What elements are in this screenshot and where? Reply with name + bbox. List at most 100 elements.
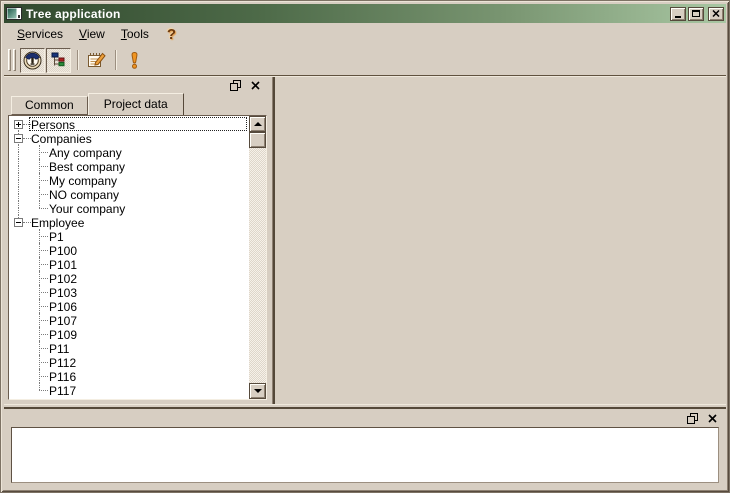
tree-item-label: Your company bbox=[49, 201, 125, 216]
toolbar-handle[interactable] bbox=[8, 49, 16, 71]
tree-connector bbox=[39, 320, 48, 321]
tree-item[interactable]: NO company bbox=[9, 187, 249, 201]
tree-content[interactable]: PersonsCompaniesAny companyBest companyM… bbox=[9, 116, 249, 399]
help-icon[interactable]: ? bbox=[163, 26, 180, 43]
tree-connector bbox=[18, 187, 19, 194]
tree-item[interactable]: Best company bbox=[9, 159, 249, 173]
scrollbar-thumb[interactable] bbox=[249, 132, 266, 148]
tree-item-label: P116 bbox=[49, 369, 76, 384]
tree-connector bbox=[18, 145, 19, 152]
tree-item[interactable]: P112 bbox=[9, 355, 249, 369]
bottom-dock-header[interactable] bbox=[4, 409, 726, 427]
tree-item-label: P106 bbox=[49, 299, 77, 314]
app-icon bbox=[6, 7, 22, 20]
dock-close-icon bbox=[708, 414, 717, 423]
maximize-button[interactable] bbox=[688, 7, 704, 21]
tree-item[interactable]: P102 bbox=[9, 271, 249, 285]
toolbar bbox=[4, 45, 726, 75]
notes-edit-button[interactable] bbox=[84, 48, 109, 73]
tree-connector bbox=[18, 180, 19, 187]
tree-connector bbox=[39, 278, 48, 279]
dock-close-button[interactable] bbox=[249, 79, 262, 92]
left-dock-panel: Common Project data PersonsCompaniesAny … bbox=[4, 77, 269, 404]
menu-services[interactable]: Services bbox=[9, 24, 71, 44]
close-button[interactable] bbox=[708, 7, 724, 21]
tree-item-label: Any company bbox=[49, 145, 122, 160]
tree-item[interactable]: P109 bbox=[9, 327, 249, 341]
tree-connector bbox=[39, 250, 48, 251]
menu-view[interactable]: View bbox=[71, 24, 113, 44]
tree-connector bbox=[39, 264, 48, 265]
tree-item[interactable]: P116 bbox=[9, 369, 249, 383]
minimize-icon bbox=[675, 16, 681, 18]
dock-float-button[interactable] bbox=[229, 79, 242, 92]
dock-float-icon bbox=[687, 413, 698, 424]
tree-connector bbox=[39, 152, 48, 153]
tab-project-data[interactable]: Project data bbox=[88, 93, 184, 115]
tree-item-label: Companies bbox=[31, 131, 92, 146]
tree-connector bbox=[18, 166, 19, 173]
close-icon bbox=[712, 10, 720, 17]
tree-connector bbox=[39, 383, 40, 390]
tree-item[interactable]: Companies bbox=[9, 131, 249, 145]
tree-item-label: P117 bbox=[49, 383, 76, 398]
tree-item-label: P112 bbox=[49, 355, 76, 370]
tab-common[interactable]: Common bbox=[11, 96, 88, 115]
tree-connector bbox=[39, 180, 48, 181]
tabbar: Common Project data bbox=[8, 94, 267, 115]
tree-item[interactable]: P106 bbox=[9, 299, 249, 313]
collapse-icon[interactable] bbox=[14, 134, 23, 143]
tree-item-label: P11 bbox=[49, 341, 69, 356]
output-textarea[interactable] bbox=[11, 427, 719, 483]
tree-item[interactable]: Persons bbox=[9, 117, 249, 131]
toolbar-separator bbox=[115, 50, 117, 70]
collapse-icon[interactable] bbox=[14, 218, 23, 227]
target-view-button[interactable] bbox=[20, 48, 45, 73]
tree-item[interactable]: Your company bbox=[9, 201, 249, 215]
tree-connector bbox=[18, 201, 19, 208]
notes-edit-icon bbox=[86, 51, 107, 70]
tree-item[interactable]: P107 bbox=[9, 313, 249, 327]
tree-connector bbox=[18, 173, 19, 180]
tree-item[interactable]: P100 bbox=[9, 243, 249, 257]
scroll-down-button[interactable] bbox=[249, 383, 266, 399]
tree-item[interactable]: P1 bbox=[9, 229, 249, 243]
left-dock-header[interactable] bbox=[8, 77, 267, 94]
toolbar-separator bbox=[77, 50, 79, 70]
dock-close-icon bbox=[251, 81, 260, 90]
scrollbar-track[interactable] bbox=[249, 148, 266, 383]
exclamation-button[interactable] bbox=[122, 48, 147, 73]
scroll-up-button[interactable] bbox=[249, 116, 266, 132]
tree-item-label: My company bbox=[49, 173, 117, 188]
tree-item-label: P101 bbox=[49, 257, 77, 272]
titlebar[interactable]: Tree application bbox=[4, 4, 726, 23]
workspace-area bbox=[275, 77, 726, 404]
tree-connector bbox=[39, 334, 48, 335]
scroll-up-icon bbox=[254, 122, 262, 126]
tree-connector bbox=[39, 292, 48, 293]
dock-close-button[interactable] bbox=[706, 412, 719, 425]
tree-item-label: Best company bbox=[49, 159, 125, 174]
tree-connector bbox=[39, 390, 48, 391]
tree-item[interactable]: P103 bbox=[9, 285, 249, 299]
tree-item[interactable]: My company bbox=[9, 173, 249, 187]
tree-item-label: Employee bbox=[31, 215, 84, 230]
tree-item-label: P1 bbox=[49, 229, 64, 244]
minimize-button[interactable] bbox=[670, 7, 686, 21]
dock-float-button[interactable] bbox=[686, 412, 699, 425]
tree-item[interactable]: P117 bbox=[9, 383, 249, 397]
tree-connector bbox=[39, 236, 48, 237]
tree-item[interactable]: P11 bbox=[9, 341, 249, 355]
tree-item[interactable]: Employee bbox=[9, 215, 249, 229]
tree-connector bbox=[39, 306, 48, 307]
tree-view-button[interactable] bbox=[46, 48, 71, 73]
tree-item[interactable]: P101 bbox=[9, 257, 249, 271]
tree-item-label: P109 bbox=[49, 327, 77, 342]
tree-item[interactable]: Any company bbox=[9, 145, 249, 159]
expand-icon[interactable] bbox=[14, 120, 23, 129]
tree-connector bbox=[18, 152, 19, 159]
app-window: Tree application ServicesViewTools? bbox=[0, 0, 730, 493]
menu-tools[interactable]: Tools bbox=[113, 24, 157, 44]
tree-connector bbox=[39, 201, 40, 208]
tree-scrollbar[interactable] bbox=[249, 116, 266, 399]
